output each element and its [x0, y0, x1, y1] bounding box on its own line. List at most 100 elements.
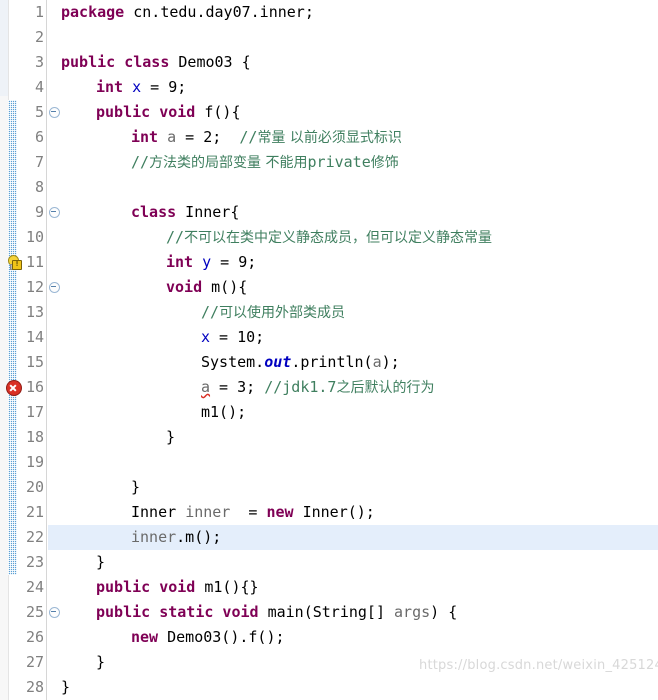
line-number: 20 — [25, 478, 44, 496]
code-token: public class — [61, 53, 170, 71]
line-number: 13 — [25, 303, 44, 321]
line-number: 28 — [25, 678, 44, 696]
warning-bulb-icon[interactable]: ! — [6, 255, 22, 270]
code-line: inner.m(); — [131, 525, 221, 550]
code-token: private — [307, 153, 371, 171]
line-number: 7 — [34, 153, 44, 171]
code-token: 不可以在类中定义静态成员，但可以定义静态常量 — [184, 230, 493, 246]
line-number: 9 — [34, 203, 44, 221]
line-number: 5 — [34, 103, 44, 121]
code-token: out — [264, 353, 292, 371]
code-token: 修饰 — [370, 155, 399, 171]
code-token: //jdk1.7 — [264, 378, 337, 396]
annotation-strip-segment — [0, 0, 8, 96]
code-line: } — [166, 425, 175, 450]
code-content[interactable]: package cn.tedu.day07.inner; public class… — [48, 0, 658, 700]
fold-collapse-icon[interactable] — [48, 275, 61, 300]
code-token: main(String[] — [258, 603, 395, 621]
code-token: f(){ — [195, 103, 241, 121]
code-line: package cn.tedu.day07.inner; — [61, 0, 314, 25]
fold-glyph — [49, 607, 60, 618]
code-token: } — [166, 428, 176, 446]
line-number: 4 — [34, 78, 44, 96]
code-editor: 1 2 3 4 5 6 7 8 9 10 11 12 13 14 15 16 17 18 19 20 21 22 23 24 2… — [0, 0, 658, 700]
code-token: 之后默认的行为 — [336, 380, 435, 396]
line-number: 3 — [34, 53, 44, 71]
code-line: public void f(){ — [96, 100, 241, 125]
code-line: } — [96, 550, 105, 575]
line-number: 6 — [34, 128, 44, 146]
error-icon — [6, 380, 22, 396]
code-line: //方法类的局部变量 不能用private修饰 — [131, 150, 399, 175]
line-number: 2 — [34, 28, 44, 46]
fold-collapse-icon[interactable] — [48, 100, 61, 125]
code-token: class — [131, 203, 177, 221]
code-token: args — [394, 603, 431, 621]
code-token: = 3; — [210, 378, 265, 396]
line-number: 17 — [25, 403, 44, 421]
code-token: inner — [185, 503, 231, 521]
code-token: public static void — [96, 603, 259, 621]
code-token: // — [239, 128, 258, 146]
change-bar — [8, 100, 17, 575]
code-line: System.out.println(a); — [201, 350, 400, 375]
watermark: https://blog.csdn.net/weixin_42512488 — [419, 658, 658, 673]
warning-badge-icon: ! — [12, 260, 22, 270]
code-line: } — [61, 675, 70, 700]
code-line: Inner inner = new Inner(); — [131, 500, 375, 525]
code-token: m(){ — [202, 278, 248, 296]
code-line: int y = 9; — [166, 250, 256, 275]
code-line: //不可以在类中定义静态成员，但可以定义静态常量 — [166, 225, 492, 250]
fold-glyph — [49, 107, 60, 118]
code-token: m1(); — [201, 403, 247, 421]
code-token: } — [131, 478, 141, 496]
fold-collapse-icon[interactable] — [48, 600, 61, 625]
code-token: = 9; — [211, 253, 257, 271]
line-number: 26 — [25, 628, 44, 646]
code-line: int a = 2; //常量 以前必须显式标识 — [131, 125, 402, 150]
code-line: } — [96, 650, 105, 675]
line-number: 14 — [25, 328, 44, 346]
code-line: new Demo03().f(); — [131, 625, 285, 650]
code-token: 可以使用外部类成员 — [219, 305, 346, 321]
line-number-gutter[interactable]: 1 2 3 4 5 6 7 8 9 10 11 12 13 14 15 16 17 18 19 20 21 22 23 24 2… — [17, 0, 47, 700]
line-number: 23 — [25, 553, 44, 571]
code-token: 常量 以前必须显式标识 — [257, 130, 402, 146]
code-token: Demo03 { — [169, 53, 251, 71]
code-token: // — [201, 303, 220, 321]
code-line: m1(); — [201, 400, 246, 425]
code-token: new — [131, 628, 159, 646]
code-token: 方法类的局部变量 不能用 — [149, 155, 308, 171]
line-number: 27 — [25, 653, 44, 671]
code-token: int — [131, 128, 159, 146]
code-token: } — [96, 553, 106, 571]
line-number: 25 — [25, 603, 44, 621]
code-token: inner — [131, 528, 177, 546]
line-number: 10 — [25, 228, 44, 246]
code-token: Inner{ — [176, 203, 240, 221]
code-token: x — [132, 78, 142, 96]
code-token: a — [372, 353, 382, 371]
fold-collapse-icon[interactable] — [48, 200, 61, 225]
code-token: void — [166, 278, 203, 296]
code-token: public void — [96, 103, 196, 121]
code-token: y — [202, 253, 212, 271]
code-token: cn.tedu.day07.inner; — [124, 3, 314, 21]
code-token: new — [266, 503, 294, 521]
code-line: public static void main(String[] args) { — [96, 600, 457, 625]
code-token: // — [166, 228, 185, 246]
line-number: 24 — [25, 578, 44, 596]
code-token: System. — [201, 353, 265, 371]
code-token: } — [61, 678, 71, 696]
code-token: m1(){} — [195, 578, 259, 596]
code-line: class Inner{ — [131, 200, 239, 225]
line-number: 19 — [25, 453, 44, 471]
code-line: x = 10; — [201, 325, 264, 350]
error-icon[interactable] — [6, 380, 22, 396]
code-token: a — [201, 378, 211, 396]
line-number: 18 — [25, 428, 44, 446]
code-token: = 10; — [210, 328, 265, 346]
code-token: } — [96, 653, 106, 671]
code-line: public void m1(){} — [96, 575, 259, 600]
